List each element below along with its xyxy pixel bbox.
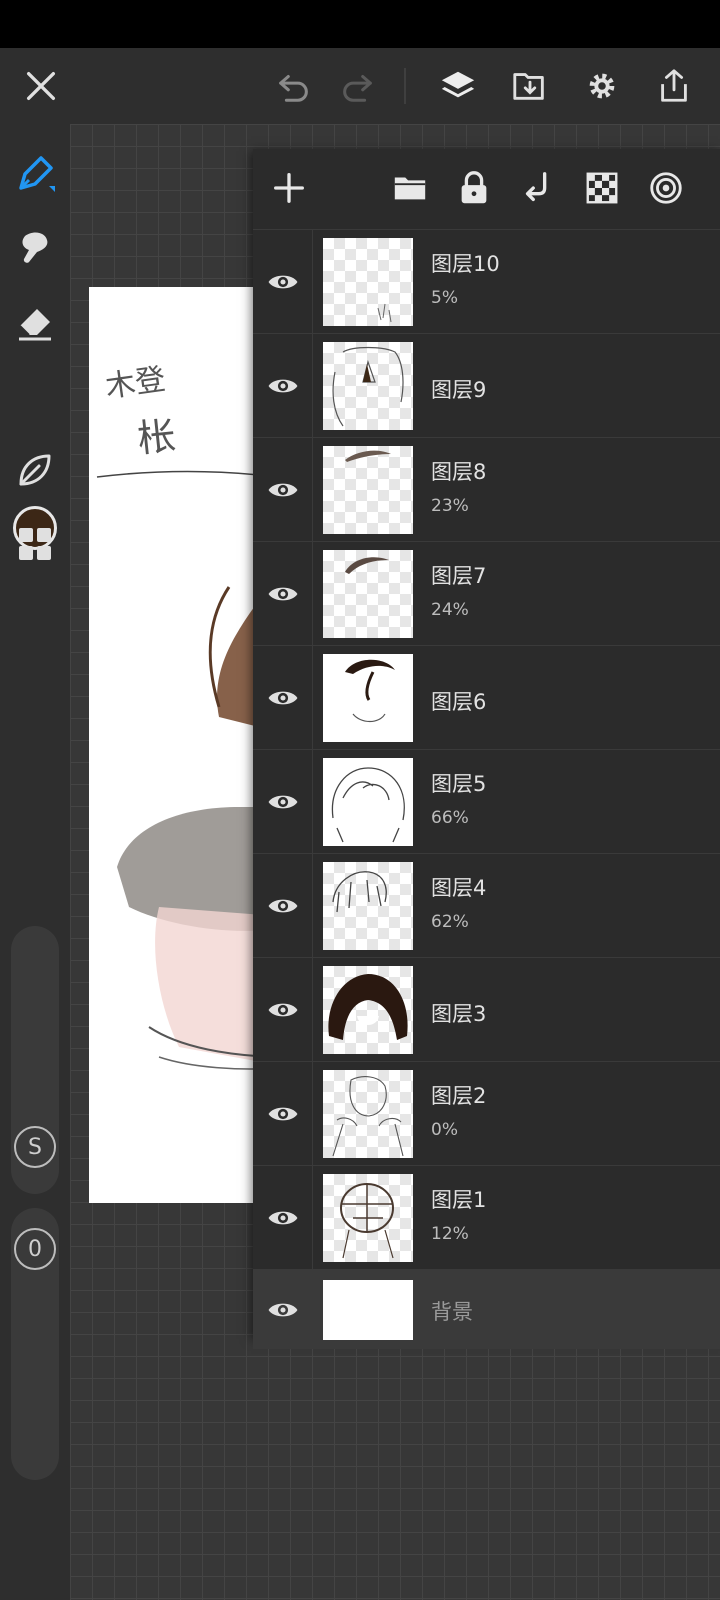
eye-icon[interactable] (253, 1062, 313, 1166)
layer-thumbnail (323, 758, 413, 846)
eraser-icon[interactable] (11, 298, 59, 346)
eye-icon[interactable] (253, 542, 313, 646)
smudge-icon[interactable] (11, 224, 59, 272)
layer-name: 图层7 (431, 564, 487, 588)
share-icon[interactable] (650, 62, 698, 110)
add-icon[interactable] (266, 165, 312, 211)
layer-thumbnail (323, 966, 413, 1054)
layer-name: 图层10 (431, 252, 500, 276)
background-layer-row[interactable]: 背景 (253, 1269, 720, 1349)
layer-opacity: 66% (431, 808, 469, 828)
brush-opacity-slider[interactable]: 0 (11, 1208, 59, 1480)
layer-panel-toolbar (253, 149, 720, 229)
layer-panel: 图层10 5% 图层9 图层8 23% 图层7 24% 图层6 图层5 66% … (253, 149, 720, 1349)
lock-icon[interactable] (451, 165, 497, 211)
folder-icon[interactable] (387, 165, 433, 211)
layer-row[interactable]: 图层7 24% (253, 541, 720, 646)
layer-thumbnail (323, 1174, 413, 1262)
layer-row[interactable]: 图层3 (253, 957, 720, 1062)
import-icon[interactable] (506, 62, 554, 110)
layer-row[interactable]: 图层8 23% (253, 437, 720, 542)
layers-icon[interactable] (434, 62, 482, 110)
layer-row[interactable]: 图层2 0% (253, 1061, 720, 1166)
leaf-icon[interactable] (11, 446, 59, 494)
layer-name: 图层5 (431, 772, 487, 796)
layer-name: 图层6 (431, 690, 487, 714)
layer-name: 背景 (431, 1300, 473, 1324)
handwritten-signature-2: 枨 (135, 413, 177, 461)
brush-icon[interactable] (11, 150, 59, 198)
brush-size-handle[interactable]: S (14, 1126, 56, 1168)
layer-opacity: 0% (431, 1120, 458, 1140)
grid-icon[interactable] (11, 520, 59, 568)
layer-row[interactable]: 图层1 12% (253, 1165, 720, 1270)
layer-list: 图层10 5% 图层9 图层8 23% 图层7 24% 图层6 图层5 66% … (253, 229, 720, 1349)
eye-icon[interactable] (253, 646, 313, 750)
layer-opacity: 5% (431, 288, 458, 308)
transparency-icon[interactable] (579, 165, 625, 211)
eye-icon[interactable] (253, 1166, 313, 1270)
layer-thumbnail (323, 342, 413, 430)
layer-opacity: 24% (431, 600, 469, 620)
top-toolbar (0, 48, 720, 124)
layer-thumbnail (323, 1070, 413, 1158)
layer-opacity: 23% (431, 496, 469, 516)
layer-row[interactable]: 图层10 5% (253, 229, 720, 334)
layer-row[interactable]: 图层9 (253, 333, 720, 438)
eye-icon[interactable] (253, 230, 313, 334)
undo-icon[interactable] (270, 62, 318, 110)
layer-thumbnail (323, 654, 413, 742)
brush-size-slider[interactable]: S (11, 926, 59, 1194)
redo-icon[interactable] (333, 62, 381, 110)
left-toolbar: S 0 (0, 124, 70, 1600)
layer-row[interactable]: 图层6 (253, 645, 720, 750)
layer-thumbnail (323, 550, 413, 638)
status-bar (0, 0, 720, 48)
layer-name: 图层2 (431, 1084, 487, 1108)
layer-thumbnail (323, 862, 413, 950)
layer-row[interactable]: 图层5 66% (253, 749, 720, 854)
handwritten-signature-1: 木登 (103, 362, 167, 405)
settings-icon[interactable] (578, 62, 626, 110)
layer-name: 图层3 (431, 1002, 487, 1026)
layer-thumbnail (323, 238, 413, 326)
layer-thumbnail (323, 446, 413, 534)
eye-icon[interactable] (253, 1270, 313, 1350)
layer-thumbnail (323, 1280, 413, 1340)
layer-name: 图层8 (431, 460, 487, 484)
eye-icon[interactable] (253, 438, 313, 542)
eye-icon[interactable] (253, 854, 313, 958)
layer-name: 图层9 (431, 378, 487, 402)
layer-name: 图层1 (431, 1188, 487, 1212)
layer-row[interactable]: 图层4 62% (253, 853, 720, 958)
eye-icon[interactable] (253, 334, 313, 438)
toolbar-divider (404, 68, 406, 104)
merge-down-icon[interactable] (515, 165, 561, 211)
layer-opacity: 12% (431, 1224, 469, 1244)
close-icon[interactable] (17, 62, 65, 110)
brush-opacity-handle[interactable]: 0 (14, 1228, 56, 1270)
eye-icon[interactable] (253, 750, 313, 854)
eye-icon[interactable] (253, 958, 313, 1062)
layer-name: 图层4 (431, 876, 487, 900)
blend-mode-icon[interactable] (643, 165, 689, 211)
layer-opacity: 62% (431, 912, 469, 932)
